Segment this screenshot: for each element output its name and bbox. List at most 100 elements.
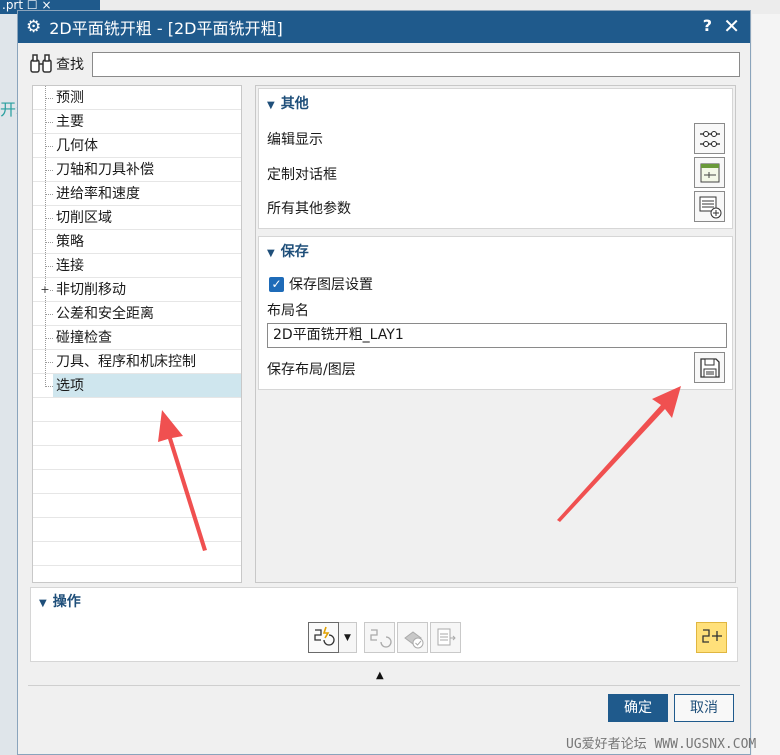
navigation-tree: 预测主要几何体刀轴和刀具补偿 进给率和速度 切削区域策略连接 + 非切削移动公差和安全距… [32, 85, 242, 583]
tree-connector [45, 338, 53, 339]
tree-connector [45, 362, 53, 363]
list-icon [437, 628, 456, 645]
tree-item[interactable]: 预测 [33, 86, 241, 110]
save-group-header[interactable]: ▼ 保存 [259, 237, 732, 267]
tree-connector [45, 122, 53, 123]
customize-dialog-label: 定制对话框 [267, 167, 337, 183]
tree-connector [45, 242, 53, 243]
save-layer-checkbox[interactable]: ✓ [269, 277, 284, 292]
gear-icon: ⚙ [26, 17, 42, 37]
edit-display-label: 编辑显示 [267, 132, 323, 148]
generate-toolpath-button[interactable] [308, 622, 339, 653]
tree-item[interactable]: 刀具、程序和机床控制 [33, 350, 241, 374]
tree-item-label: 几何体 [56, 138, 98, 154]
collapse-arrow-icon[interactable]: ▲ [376, 670, 384, 681]
tree-item[interactable]: 主要 [33, 110, 241, 134]
operation-dialog: ⚙ 2D平面铣开粗 - [2D平面铣开粗] ? ✕ 查找 预测主要几何体刀轴和刀… [17, 10, 751, 755]
tree-item[interactable]: + 非切削移动 [33, 278, 241, 302]
tree-item[interactable]: 几何体 [33, 134, 241, 158]
verify-icon [403, 630, 423, 648]
tree-item[interactable]: 碰撞检查 [33, 326, 241, 350]
tree-expander-icon[interactable]: + [40, 284, 50, 295]
tree-item-label: 策略 [56, 234, 84, 250]
tree-connector [45, 98, 53, 99]
replay-icon [369, 628, 392, 648]
tree-empty-row [33, 470, 241, 494]
actions-group: ▼ 操作 ▼ [30, 587, 738, 662]
options-pane: ▼ 其他 编辑显示 定制对话框 所有其他参数 ▼ 保存 ✓ 保存图层设置 布局名… [255, 85, 736, 583]
tree-item[interactable]: 进给率和速度 [33, 182, 241, 206]
tree-item-label: 选项 [56, 378, 84, 394]
tree-item-label: 预测 [56, 90, 84, 106]
background-right-strip [752, 14, 780, 755]
tree-item-label: 主要 [56, 114, 84, 130]
tree-item[interactable]: 连接 [33, 254, 241, 278]
binoculars-icon [28, 53, 54, 75]
tree-item-label: 刀轴和刀具补偿 [56, 162, 154, 178]
collapse-triangle-icon: ▼ [267, 248, 275, 259]
ok-button[interactable]: 确定 [608, 694, 668, 722]
path-add-icon [701, 628, 722, 643]
watermark: UG爱好者论坛 WWW.UGSNX.COM [566, 737, 757, 752]
tree-item-label: 进给率和速度 [56, 186, 140, 202]
tree-connector [45, 374, 46, 385]
list-toolpath-button[interactable] [430, 622, 461, 653]
generate-toolpath-icon [313, 626, 335, 646]
save-layout-button[interactable] [694, 352, 725, 383]
cancel-button[interactable]: 取消 [674, 694, 734, 722]
layout-name-label: 布局名 [267, 303, 309, 319]
edit-display-icon [699, 130, 720, 147]
close-button[interactable]: ✕ [723, 14, 740, 38]
find-row: 查找 [28, 51, 740, 77]
help-button[interactable]: ? [703, 16, 712, 35]
save-layout-label: 保存布局/图层 [267, 362, 356, 378]
tree-item-label: 公差和安全距离 [56, 306, 154, 322]
tree-empty-row [33, 494, 241, 518]
edit-display-button[interactable] [694, 123, 725, 154]
save-group: ▼ 保存 ✓ 保存图层设置 布局名 2D平面铣开粗_LAY1 保存布局/图层 [258, 236, 733, 390]
tree-connector [45, 194, 53, 195]
verify-toolpath-button[interactable] [397, 622, 428, 653]
dialog-titlebar[interactable]: ⚙ 2D平面铣开粗 - [2D平面铣开粗] ? ✕ [18, 11, 750, 43]
tree-empty-row [33, 398, 241, 422]
collapse-triangle-icon: ▼ [39, 598, 47, 609]
other-group: ▼ 其他 编辑显示 定制对话框 所有其他参数 [258, 88, 733, 229]
tree-item[interactable]: 公差和安全距离 [33, 302, 241, 326]
tree-connector [45, 314, 53, 315]
all-other-params-label: 所有其他参数 [267, 201, 351, 217]
customize-dialog-button[interactable] [694, 157, 725, 188]
tree-connector [45, 266, 53, 267]
save-group-title: 保存 [280, 244, 309, 260]
tree-item[interactable]: 策略 [33, 230, 241, 254]
tree-item[interactable]: 选项 [33, 374, 241, 398]
dialog-title: 2D平面铣开粗 - [2D平面铣开粗] [49, 19, 283, 38]
tree-empty-row [33, 542, 241, 566]
generate-dropdown[interactable]: ▼ [339, 622, 357, 653]
tree-connector [45, 146, 53, 147]
all-other-params-button[interactable] [694, 191, 725, 222]
chevron-down-icon: ▼ [344, 632, 351, 643]
find-input[interactable] [92, 51, 740, 77]
customize-dialog-icon [700, 163, 719, 182]
tree-connector [45, 218, 53, 219]
tree-item[interactable]: 切削区域 [33, 206, 241, 230]
other-group-title: 其他 [280, 96, 309, 112]
tree-connector [45, 170, 53, 171]
other-group-header[interactable]: ▼ 其他 [259, 89, 732, 119]
tree-item-label: 非切削移动 [56, 282, 126, 298]
tree-item[interactable]: 刀轴和刀具补偿 [33, 158, 241, 182]
save-layer-settings-label: 保存图层设置 [289, 277, 373, 293]
tree-empty-row [33, 446, 241, 470]
tree-item-label: 切削区域 [56, 210, 112, 226]
add-operation-button[interactable] [696, 622, 727, 653]
layout-name-input[interactable]: 2D平面铣开粗_LAY1 [267, 323, 727, 348]
actions-group-title: 操作 [52, 594, 81, 610]
tree-empty-row [33, 518, 241, 542]
background-left-strip [0, 14, 17, 755]
actions-group-header[interactable]: ▼ 操作 [31, 588, 737, 616]
replay-toolpath-button[interactable] [364, 622, 395, 653]
tree-item-label: 刀具、程序和机床控制 [56, 354, 196, 370]
tree-connector [45, 386, 53, 387]
tree-empty-row [33, 422, 241, 446]
footer-divider [28, 685, 740, 686]
